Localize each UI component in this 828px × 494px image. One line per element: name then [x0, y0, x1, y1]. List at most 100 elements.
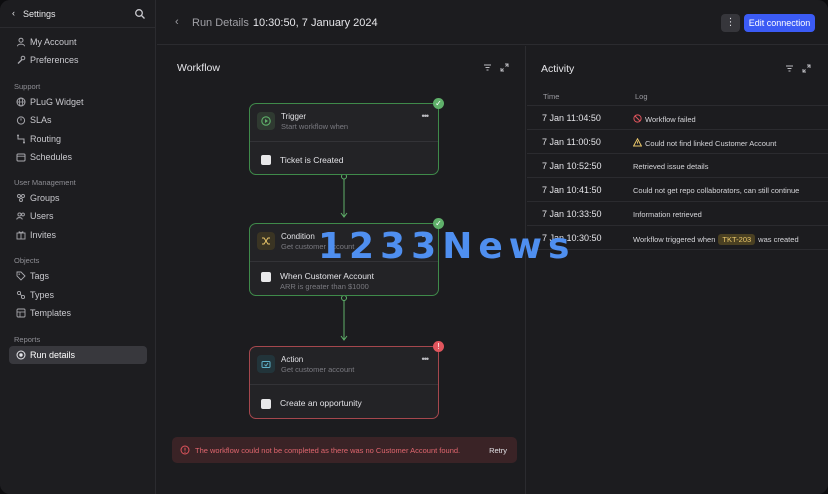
sidebar-item-label: Tags — [30, 271, 50, 281]
row-log-text: Could not get repo collaborators, can st… — [633, 186, 800, 195]
sidebar-item-label: Groups — [30, 193, 60, 203]
node-subtitle: Get customer account — [281, 365, 355, 374]
section-objects-heading: Objects — [14, 256, 40, 265]
sidebar-item-label: Templates — [30, 308, 72, 318]
table-header: Time Log — [527, 88, 828, 106]
top-bar: ‹ Run Details 10:30:50, 7 January 2024 ⋮ … — [157, 0, 828, 45]
row-log-prefix: Workflow triggered when — [633, 235, 716, 244]
calendar-icon — [16, 153, 26, 162]
activity-panel-tools — [785, 64, 815, 76]
sidebar-item-templates[interactable]: Templates — [9, 304, 147, 322]
node-title: Trigger — [281, 112, 307, 121]
table-row[interactable]: 7 Jan 10:41:50 Could not get repo collab… — [527, 178, 828, 202]
error-circle-icon — [180, 445, 190, 455]
sidebar-item-label: SLAs — [30, 115, 52, 125]
row-log: Could not find linked Customer Account — [633, 138, 776, 148]
sidebar-item-users[interactable]: Users — [9, 207, 147, 225]
table-row[interactable]: 7 Jan 11:04:50 Workflow failed — [527, 106, 828, 130]
sidebar-item-my-account[interactable]: My Account — [9, 33, 147, 51]
activity-title: Activity — [541, 63, 575, 75]
row-log-text: Workflow failed — [645, 115, 696, 124]
row-time: 7 Jan 11:04:50 — [542, 113, 601, 123]
column-header-log: Log — [635, 92, 648, 101]
back-chevron-icon[interactable]: ‹ — [175, 16, 179, 28]
sidebar-item-label: Schedules — [30, 152, 73, 162]
sidebar-item-label: My Account — [30, 37, 77, 47]
filter-icon[interactable] — [785, 64, 794, 73]
workflow-panel-tools — [483, 63, 513, 75]
users-icon — [16, 212, 25, 220]
edit-connection-button[interactable]: Edit connection — [744, 14, 815, 32]
expand-icon[interactable] — [500, 63, 509, 72]
row-log: Workflow failed — [633, 114, 696, 124]
sidebar-item-label: Users — [30, 211, 54, 221]
section-support-heading: Support — [14, 82, 41, 91]
app-logo-icon — [261, 399, 271, 409]
section-user-management-heading: User Management — [14, 178, 76, 187]
node-body-subtitle: ARR is greater than $1000 — [280, 282, 369, 291]
node-menu-icon[interactable]: ••• — [422, 354, 430, 364]
action-icon — [257, 355, 275, 373]
back-chevron-icon[interactable]: ‹ — [12, 8, 15, 18]
row-log: Workflow triggered when TKT-203 was create… — [633, 234, 799, 245]
row-log-suffix: was created — [758, 235, 799, 244]
sidebar-item-tags[interactable]: Tags — [9, 267, 147, 285]
breadcrumb: Run Details — [192, 17, 249, 29]
node-title: Action — [281, 355, 304, 364]
play-icon — [257, 112, 275, 130]
sidebar-item-groups[interactable]: Groups — [9, 189, 147, 207]
error-alert-icon: ! — [433, 341, 444, 352]
expand-icon[interactable] — [802, 64, 811, 73]
app-logo-icon — [261, 155, 271, 165]
row-time: 7 Jan 11:00:50 — [542, 137, 601, 147]
filter-icon[interactable] — [483, 63, 492, 72]
node-body-title: Create an opportunity — [280, 398, 362, 408]
sidebar-item-preferences[interactable]: Preferences — [9, 51, 147, 69]
error-message: The workflow could not be completed as t… — [195, 446, 461, 455]
sidebar-item-invites[interactable]: Invites — [9, 226, 147, 244]
sidebar-item-run-details[interactable]: Run details — [9, 346, 147, 364]
table-row[interactable]: 7 Jan 11:00:50 Could not find linked Cus… — [527, 130, 828, 154]
sidebar-item-label: Types — [30, 290, 55, 300]
error-banner: The workflow could not be completed as t… — [172, 437, 517, 463]
types-icon — [16, 290, 26, 300]
tag-icon — [16, 271, 26, 281]
sidebar-item-label: Routing — [30, 134, 62, 144]
search-icon[interactable] — [134, 8, 146, 20]
warning-icon — [633, 138, 642, 147]
node-header: Action Get customer account ••• — [250, 347, 438, 385]
row-log-text: Information retrieved — [633, 210, 702, 219]
run-details-icon — [16, 350, 26, 360]
action-node[interactable]: Action Get customer account ••• Create a… — [249, 341, 444, 419]
person-icon — [17, 37, 25, 47]
sidebar-item-label: Invites — [30, 230, 57, 240]
templates-icon — [16, 308, 26, 318]
sidebar-item-routing[interactable]: Routing — [9, 130, 147, 148]
error-circle-icon — [633, 114, 642, 123]
app-window: ‹ Settings My Account Preferences Suppor… — [0, 0, 828, 494]
ticket-chip[interactable]: TKT-203 — [718, 234, 756, 245]
sidebar-item-slas[interactable]: SLAs — [9, 111, 147, 129]
node-menu-icon[interactable]: ••• — [422, 111, 430, 121]
trigger-node[interactable]: Trigger Start workflow when ••• Ticket i… — [249, 98, 444, 175]
page-title: Run Details 10:30:50, 7 January 2024 — [192, 17, 378, 29]
timer-icon — [16, 116, 26, 125]
retry-button[interactable]: Retry — [489, 446, 507, 455]
activity-panel: Activity Time Log 7 Jan 11:04:50 Workflo… — [527, 46, 828, 494]
node-subtitle: Start workflow when — [281, 122, 349, 131]
run-timestamp: 10:30:50, 7 January 2024 — [252, 17, 378, 29]
sidebar-item-types[interactable]: Types — [9, 286, 147, 304]
shuffle-icon — [257, 232, 275, 250]
groups-icon — [17, 194, 25, 202]
table-row[interactable]: 7 Jan 10:52:50 Retrieved issue details — [527, 154, 828, 178]
app-logo-icon — [261, 272, 271, 282]
row-time: 7 Jan 10:41:50 — [542, 185, 602, 195]
workflow-panel: Workflow Trigger Start workflow when ••• — [157, 46, 526, 494]
sidebar-title: Settings — [23, 9, 56, 19]
sidebar-item-schedules[interactable]: Schedules — [9, 148, 147, 166]
globe-icon — [16, 97, 26, 107]
table-row[interactable]: 7 Jan 10:33:50 Information retrieved — [527, 202, 828, 226]
row-log-text: Retrieved issue details — [633, 162, 709, 171]
more-options-button[interactable]: ⋮ — [721, 14, 740, 32]
sidebar-item-plug-widget[interactable]: PLuG Widget — [9, 93, 147, 111]
